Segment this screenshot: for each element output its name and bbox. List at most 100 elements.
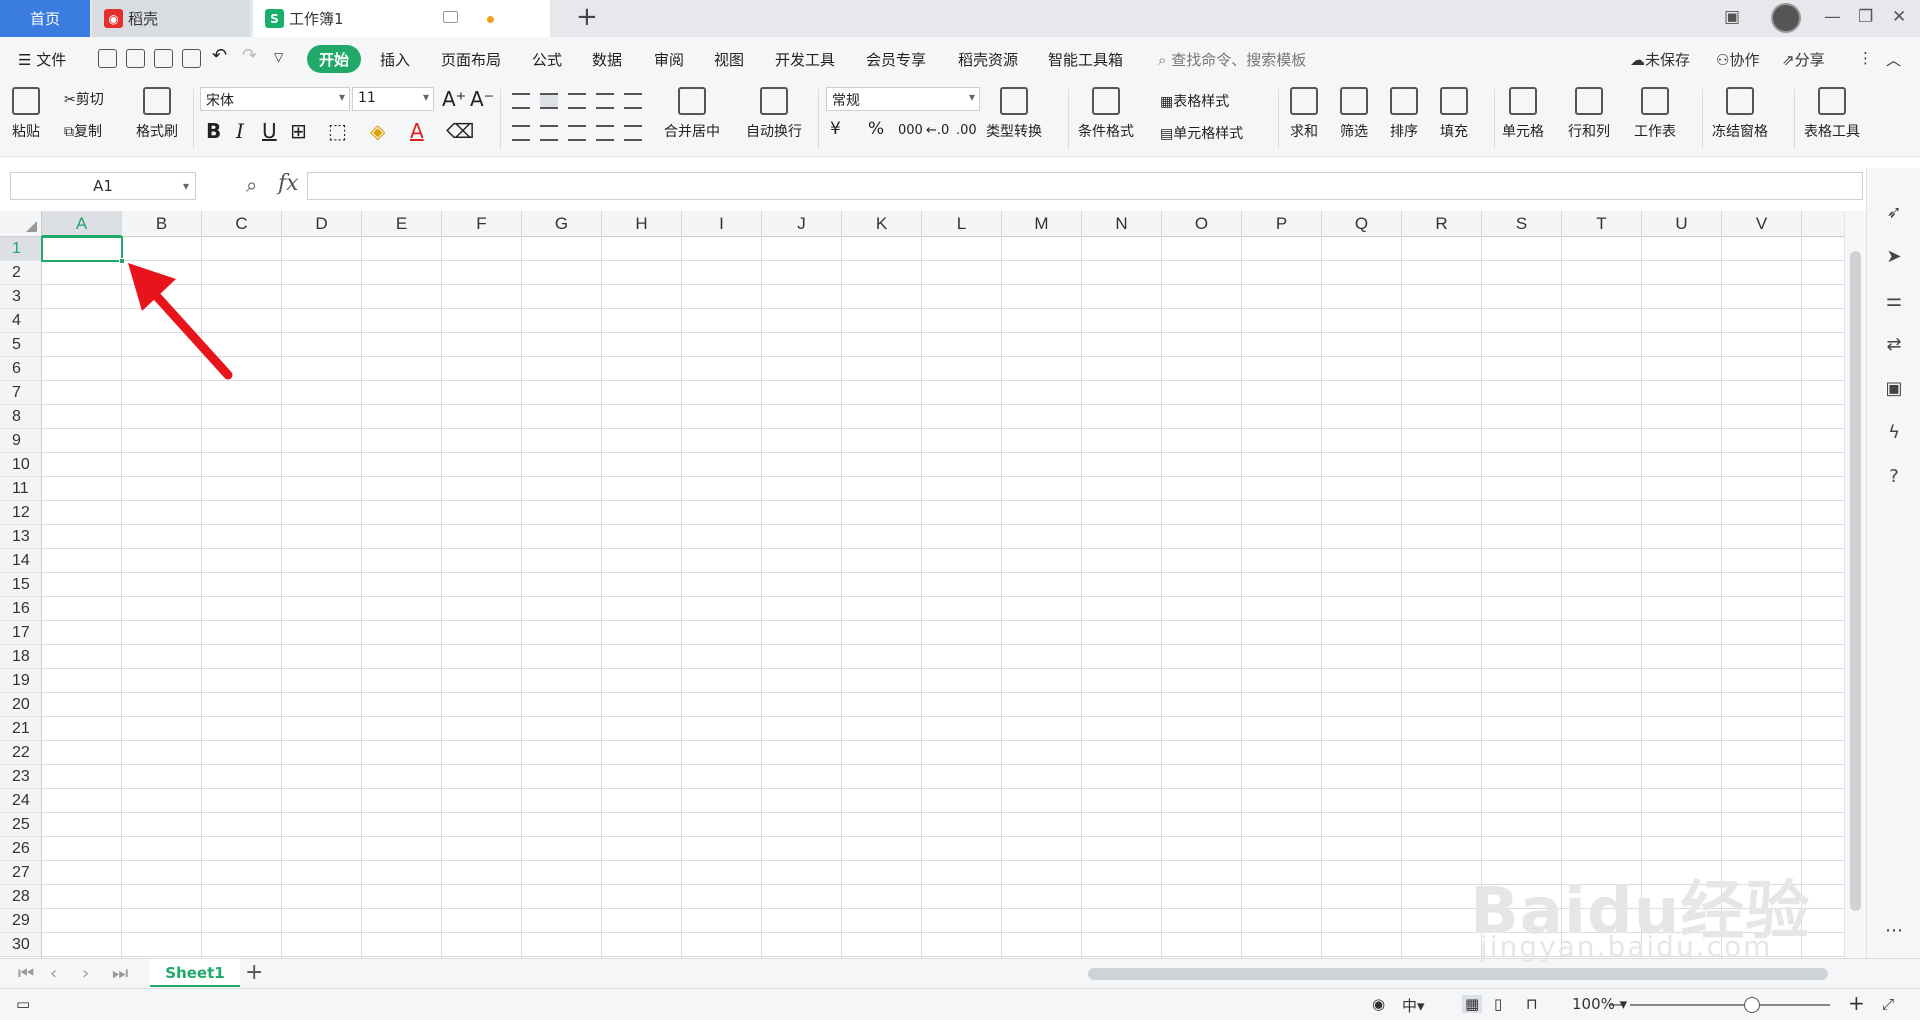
sort-button[interactable]: 排序 xyxy=(1390,87,1418,141)
increase-decimal-icon[interactable]: ←.0 xyxy=(926,123,949,138)
prev-sheet-icon[interactable]: ‹ xyxy=(50,963,57,984)
conditional-format-button[interactable]: 条件格式 xyxy=(1078,87,1134,141)
sliders-icon[interactable]: ⚌ xyxy=(1883,290,1905,312)
row-header[interactable]: 11 xyxy=(0,477,41,501)
column-header[interactable]: K xyxy=(842,211,922,237)
menu-tab-page-layout[interactable]: 页面布局 xyxy=(441,49,501,70)
avatar[interactable] xyxy=(1771,3,1801,33)
menu-tab-review[interactable]: 审阅 xyxy=(654,49,684,70)
column-header[interactable]: F xyxy=(442,211,522,237)
decrease-decimal-icon[interactable]: .00 xyxy=(956,123,977,138)
underline-button[interactable]: U xyxy=(262,119,277,143)
horizontal-scroll-thumb[interactable] xyxy=(1088,968,1828,980)
name-box[interactable]: A1 xyxy=(10,172,196,200)
print-icon[interactable] xyxy=(154,49,173,68)
formula-input[interactable] xyxy=(307,172,1863,200)
italic-button[interactable]: I xyxy=(236,119,244,143)
font-name-select[interactable]: 宋体 xyxy=(200,87,350,111)
macro-icon[interactable]: ▭ xyxy=(16,995,30,1013)
increase-indent-icon[interactable] xyxy=(624,93,642,109)
language-icon[interactable]: 中▾ xyxy=(1402,995,1425,1016)
eye-protection-icon[interactable]: ◉ xyxy=(1372,995,1385,1013)
select-all-corner[interactable] xyxy=(0,211,42,237)
decrease-indent-icon[interactable] xyxy=(596,93,614,109)
cell-button[interactable]: 单元格 xyxy=(1502,87,1544,141)
share-button[interactable]: ⇗分享 xyxy=(1782,49,1825,70)
cut-button[interactable]: ✂剪切 xyxy=(64,89,104,109)
more-icon[interactable]: ⋮ xyxy=(1858,49,1873,67)
menu-tab-view[interactable]: 视图 xyxy=(714,49,744,70)
freeze-panes-button[interactable]: 冻结窗格 xyxy=(1712,87,1768,141)
border-icon[interactable]: ⊞ xyxy=(290,119,307,143)
column-header[interactable]: D xyxy=(282,211,362,237)
justify-icon[interactable] xyxy=(596,125,614,141)
zoom-slider[interactable] xyxy=(1630,1004,1830,1006)
menu-tab-daoke-resources[interactable]: 稻壳资源 xyxy=(958,49,1018,70)
align-bottom-icon[interactable] xyxy=(568,93,586,109)
export-pdf-icon[interactable] xyxy=(126,49,145,68)
column-header[interactable]: T xyxy=(1562,211,1642,237)
row-header[interactable]: 22 xyxy=(0,741,41,765)
column-header[interactable]: J xyxy=(762,211,842,237)
row-header[interactable]: 15 xyxy=(0,573,41,597)
first-sheet-icon[interactable]: ⏮ xyxy=(18,963,34,984)
fill-color-icon[interactable]: ◈ xyxy=(370,119,385,143)
row-header[interactable]: 20 xyxy=(0,693,41,717)
menu-tab-home[interactable]: 开始 xyxy=(307,45,361,73)
close-icon[interactable]: ✕ xyxy=(1892,7,1906,27)
column-header[interactable]: M xyxy=(1002,211,1082,237)
column-header[interactable]: L xyxy=(922,211,1002,237)
selected-cell[interactable] xyxy=(41,236,123,262)
format-painter-button[interactable]: 格式刷 xyxy=(136,87,178,141)
column-header[interactable]: Q xyxy=(1322,211,1402,237)
vertical-scroll-thumb[interactable] xyxy=(1850,251,1861,911)
row-header[interactable]: 28 xyxy=(0,885,41,909)
decrease-font-icon[interactable]: A⁻ xyxy=(470,87,494,111)
thousands-button[interactable]: 000 xyxy=(898,123,923,138)
last-sheet-icon[interactable]: ⏭ xyxy=(112,963,128,984)
row-header[interactable]: 29 xyxy=(0,909,41,933)
zoom-slider-knob[interactable] xyxy=(1744,997,1760,1013)
tab-daoke[interactable]: ◉ 稻壳 xyxy=(92,0,250,37)
row-header[interactable]: 2 xyxy=(0,261,41,285)
row-header[interactable]: 8 xyxy=(0,405,41,429)
currency-button[interactable]: ¥ xyxy=(830,119,841,139)
row-header[interactable]: 6 xyxy=(0,357,41,381)
align-middle-icon[interactable] xyxy=(540,93,558,109)
row-header[interactable]: 3 xyxy=(0,285,41,309)
row-header[interactable]: 13 xyxy=(0,525,41,549)
row-header[interactable]: 5 xyxy=(0,333,41,357)
increase-font-icon[interactable]: A⁺ xyxy=(442,87,466,111)
align-left-icon[interactable] xyxy=(512,125,530,141)
sum-button[interactable]: 求和 xyxy=(1290,87,1318,141)
file-menu[interactable]: ☰ 文件 xyxy=(18,49,66,70)
column-header[interactable]: H xyxy=(602,211,682,237)
filter-button[interactable]: 筛选 xyxy=(1340,87,1368,141)
row-header[interactable]: 14 xyxy=(0,549,41,573)
merge-center-button[interactable]: 合并居中 xyxy=(664,87,720,141)
worksheet-button[interactable]: 工作表 xyxy=(1634,87,1676,141)
next-sheet-icon[interactable]: › xyxy=(82,963,89,984)
fill-shape-icon[interactable]: ⬚ xyxy=(328,119,347,143)
column-header[interactable]: R xyxy=(1402,211,1482,237)
row-header[interactable]: 16 xyxy=(0,597,41,621)
number-format-select[interactable]: 常规 xyxy=(826,87,980,111)
fill-button[interactable]: 填充 xyxy=(1440,87,1468,141)
row-col-button[interactable]: 行和列 xyxy=(1568,87,1610,141)
menu-tab-insert[interactable]: 插入 xyxy=(380,49,410,70)
percent-button[interactable]: % xyxy=(868,119,884,139)
new-tab-button[interactable]: + xyxy=(576,2,598,32)
panel-more-icon[interactable]: ⋯ xyxy=(1883,920,1905,942)
font-size-select[interactable]: 11 xyxy=(352,87,434,111)
copy-button[interactable]: ⧉复制 xyxy=(64,121,102,141)
unsaved-status[interactable]: ☁未保存 xyxy=(1630,49,1690,70)
menu-tab-formula[interactable]: 公式 xyxy=(532,49,562,70)
menu-tab-data[interactable]: 数据 xyxy=(592,49,622,70)
column-header[interactable]: P xyxy=(1242,211,1322,237)
column-header[interactable]: A xyxy=(42,211,122,237)
transform-icon[interactable]: ⇄ xyxy=(1883,334,1905,356)
menu-tab-member[interactable]: 会员专享 xyxy=(866,49,926,70)
auto-wrap-button[interactable]: 自动换行 xyxy=(746,87,802,141)
monitor-icon[interactable] xyxy=(443,11,458,23)
row-header[interactable]: 21 xyxy=(0,717,41,741)
